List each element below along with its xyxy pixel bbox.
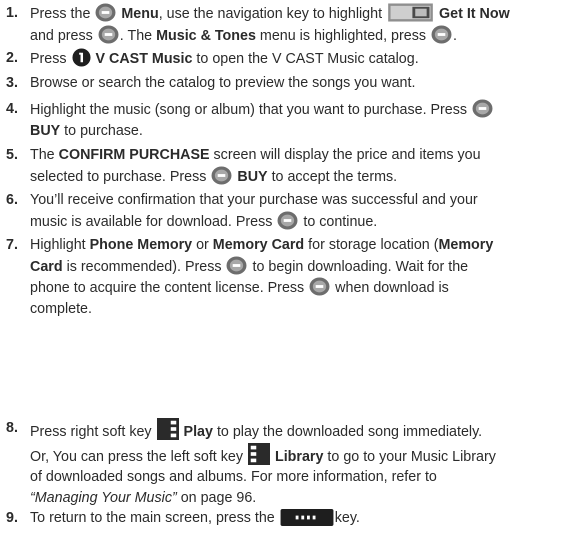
step-8-line-1: Press right soft key Play to play the do…	[30, 418, 580, 443]
left-soft-key-icon	[248, 443, 270, 465]
step-number: 6.	[6, 192, 18, 208]
ok-key-icon	[277, 211, 298, 230]
get-it-now-icon	[387, 3, 434, 22]
step-4-line-2: BUY to purchase.	[30, 122, 143, 139]
confirm-purchase-label: CONFIRM PURCHASE	[58, 147, 210, 163]
menu-label: Menu	[121, 6, 159, 22]
music-tones-label: Music & Tones	[156, 27, 256, 44]
step-number: 9.	[6, 510, 18, 526]
step-7-line-1: Highlight Phone Memory or Memory Card fo…	[30, 237, 494, 253]
library-label: Library	[274, 448, 324, 465]
memory-card-label: Memory Card	[212, 237, 305, 253]
step-7-line-2: Card is recommended). Press to begin dow…	[30, 256, 580, 278]
ok-key-icon	[226, 256, 247, 275]
ok-key-icon	[98, 25, 119, 44]
phone-memory-label: Phone Memory	[89, 237, 193, 253]
end-key-icon	[280, 509, 334, 526]
step-8-line-3: of downloaded songs and albums. For more…	[30, 469, 437, 485]
memory-label: Memory	[438, 237, 494, 253]
play-label: Play	[183, 424, 213, 440]
v-cast-music-label: V CAST Music	[95, 51, 193, 67]
ok-key-icon	[211, 166, 232, 185]
step-8-line-4: “Managing Your Music” on page 96.	[30, 489, 257, 506]
managing-your-music-reference: “Managing Your Music”	[30, 489, 177, 506]
step-number: 8.	[6, 420, 18, 436]
ok-key-icon	[431, 25, 452, 44]
step-9-line-1: To return to the main screen, press the …	[30, 509, 360, 526]
card-label: Card	[30, 258, 63, 275]
step-3-line-1: Browse or search the catalog to preview …	[30, 75, 416, 91]
step-6-line-2: music is available for download. Press t…	[30, 211, 580, 233]
step-7-line-4: complete.	[30, 300, 92, 317]
step-8-line-2: Or, You can press the left soft key Libr…	[30, 443, 580, 468]
number-one-key-icon	[72, 48, 91, 67]
step-number: 4.	[6, 101, 18, 117]
step-2-line-1: Press V CAST Music to open the V CAST Mu…	[30, 48, 580, 70]
step-number: 2.	[6, 50, 18, 66]
menu-ok-key-icon	[95, 3, 116, 22]
step-number: 3.	[6, 75, 18, 91]
step-5-line-1: The CONFIRM PURCHASE screen will display…	[30, 147, 481, 163]
step-1-line-1: Press the Menu, use the navigation key t…	[30, 3, 580, 25]
ok-key-icon	[309, 277, 330, 296]
right-soft-key-icon	[157, 418, 179, 440]
step-number: 5.	[6, 147, 18, 163]
step-1-line-2: and press . The Music & Tones menu is hi…	[30, 25, 580, 47]
ok-key-icon	[472, 99, 493, 118]
step-4-line-1: Highlight the music (song or album) that…	[30, 99, 580, 121]
buy-label: BUY	[237, 168, 268, 185]
buy-label: BUY	[30, 122, 61, 139]
step-number: 1.	[6, 5, 18, 21]
step-5-line-2: selected to purchase. Press BUY to accep…	[30, 166, 580, 188]
step-6-line-1: You’ll receive confirmation that your pu…	[30, 192, 478, 208]
step-7-line-3: phone to acquire the content license. Pr…	[30, 277, 580, 299]
get-it-now-label: Get It Now	[439, 6, 510, 22]
step-number: 7.	[6, 237, 18, 253]
